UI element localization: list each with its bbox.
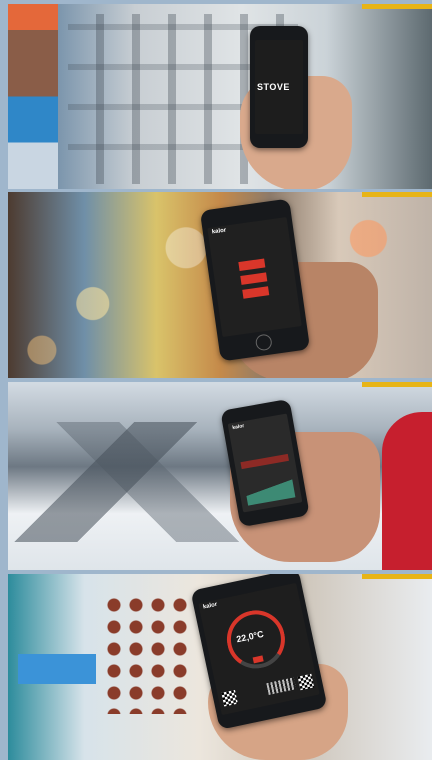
app-red-row: [240, 453, 289, 470]
jacket: [382, 412, 432, 570]
photo-desk: kalor 22,0°C: [8, 574, 432, 760]
photo-street: STOVE: [8, 4, 432, 189]
qr-icon: [221, 689, 238, 707]
phone-screen: kalor: [207, 216, 302, 338]
app-button[interactable]: [242, 286, 270, 299]
app-button[interactable]: [238, 258, 266, 272]
brand-text: STOVE: [257, 82, 290, 92]
app-chart-area: [244, 475, 296, 506]
color-swatches: [103, 594, 193, 714]
phone-screen: kalor 22,0°C: [198, 582, 320, 716]
photo-crowd: kalor: [8, 192, 432, 378]
phone-screen: STOVE: [255, 40, 303, 134]
app-header-text: kalor: [231, 423, 245, 432]
app-header-text: kalor: [211, 227, 227, 236]
brochure-blue: [18, 654, 96, 684]
accent-bar: [362, 4, 432, 9]
app-header-text: kalor: [202, 601, 218, 611]
app-button[interactable]: [240, 272, 268, 285]
accent-bar: [362, 382, 432, 387]
photo-mountains: kalor: [8, 382, 432, 570]
person-blur: [8, 4, 58, 189]
phone-screen: kalor: [227, 413, 303, 513]
signal-bars-icon: [266, 677, 297, 695]
phone: STOVE: [250, 26, 308, 148]
accent-bar: [362, 574, 432, 579]
qr-icon: [297, 673, 315, 691]
home-button: [254, 333, 273, 352]
